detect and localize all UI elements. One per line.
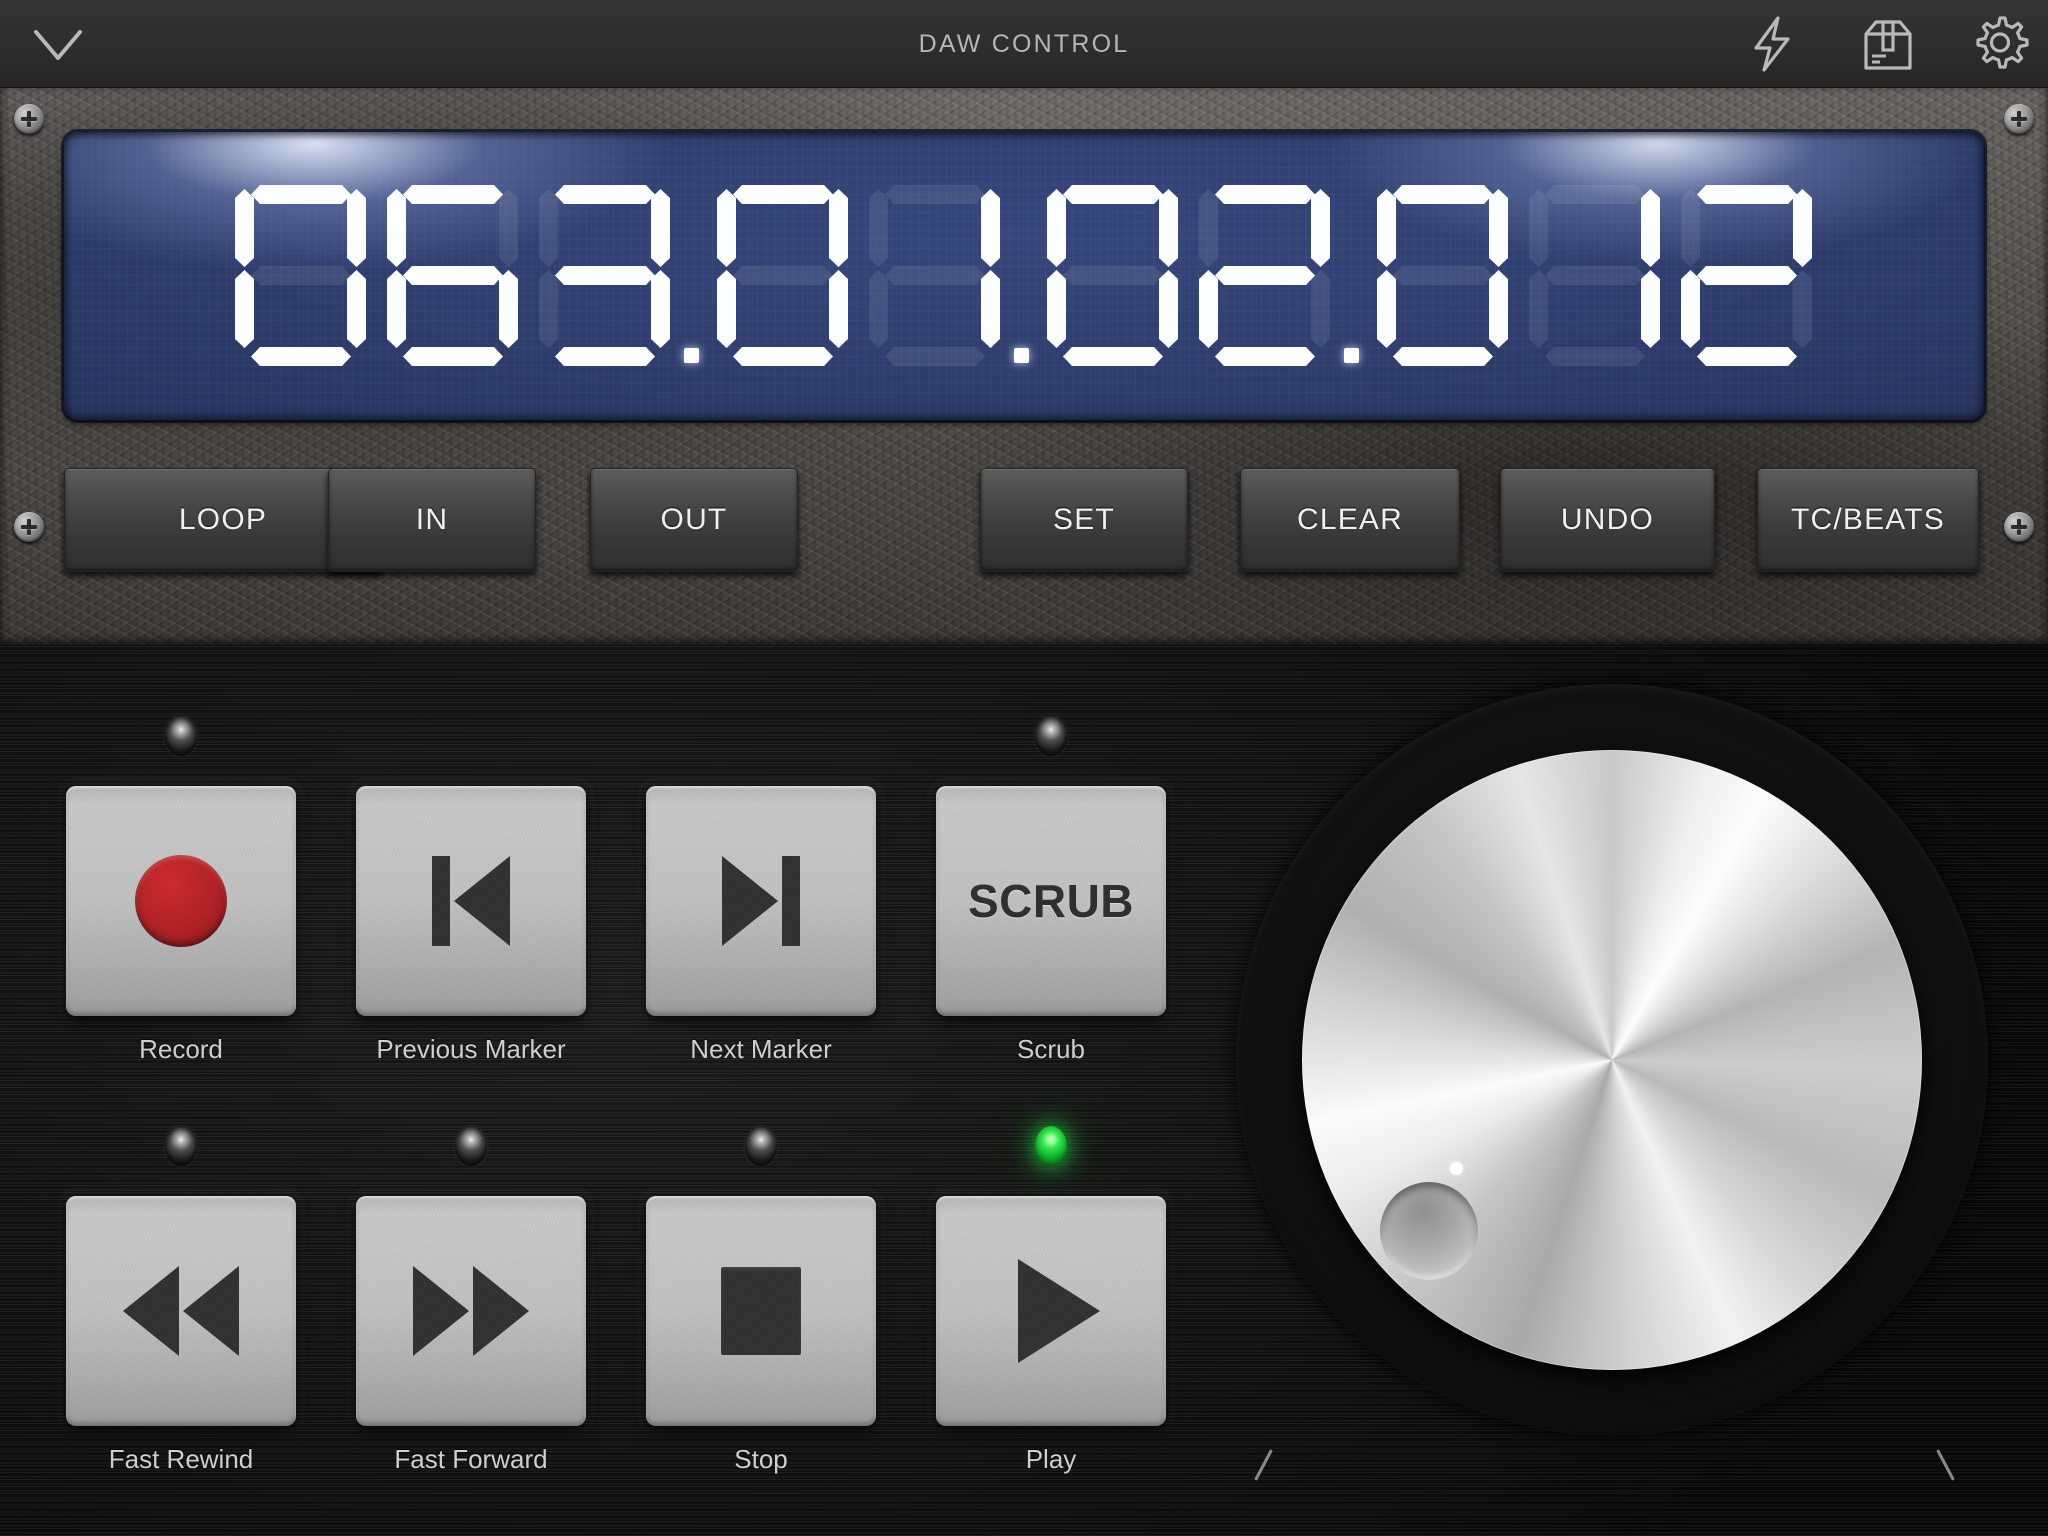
fast-forward-button[interactable] bbox=[356, 1196, 586, 1426]
fast-rewind-label: Fast Rewind bbox=[108, 1444, 254, 1474]
chevron-arrow bbox=[413, 1266, 469, 1356]
jog-wheel-dimple[interactable] bbox=[1380, 1182, 1478, 1280]
stop-led bbox=[745, 1126, 777, 1166]
play-button[interactable] bbox=[936, 1196, 1166, 1426]
daw-control-app: DAW CONTROL LOOP IN OUT SET CLEAR UNDO T… bbox=[0, 0, 2048, 1536]
play-icon bbox=[1018, 1259, 1100, 1363]
jog-wheel-position-dot bbox=[1450, 1162, 1463, 1175]
fast-rewind-button[interactable] bbox=[66, 1196, 296, 1426]
fast-forward-button-group: Fast Forward bbox=[356, 1196, 586, 1474]
jog-wheel[interactable] bbox=[1302, 750, 1922, 1370]
play-button-group: Play bbox=[936, 1196, 1166, 1474]
fast-rewind-button-group: Fast Rewind bbox=[66, 1196, 296, 1474]
fast-rewind-icon bbox=[123, 1266, 239, 1356]
chevron-arrow bbox=[123, 1266, 179, 1356]
fast-forward-label: Fast Forward bbox=[394, 1444, 548, 1474]
fast-rewind-led bbox=[165, 1126, 197, 1166]
chevron-arrow bbox=[183, 1266, 239, 1356]
jog-tick-mark bbox=[1254, 1449, 1273, 1481]
stop-icon bbox=[721, 1267, 801, 1355]
fast-forward-led bbox=[455, 1126, 487, 1166]
play-label: Play bbox=[1025, 1444, 1077, 1474]
jog-wheel-area bbox=[1216, 650, 2006, 1536]
chevron-arrow bbox=[473, 1266, 529, 1356]
stop-button-group: Stop bbox=[646, 1196, 876, 1474]
stop-button[interactable] bbox=[646, 1196, 876, 1426]
fast-forward-icon bbox=[413, 1266, 529, 1356]
jog-tick-mark bbox=[1936, 1449, 1955, 1481]
stop-label: Stop bbox=[734, 1444, 788, 1474]
play-led bbox=[1035, 1126, 1067, 1166]
